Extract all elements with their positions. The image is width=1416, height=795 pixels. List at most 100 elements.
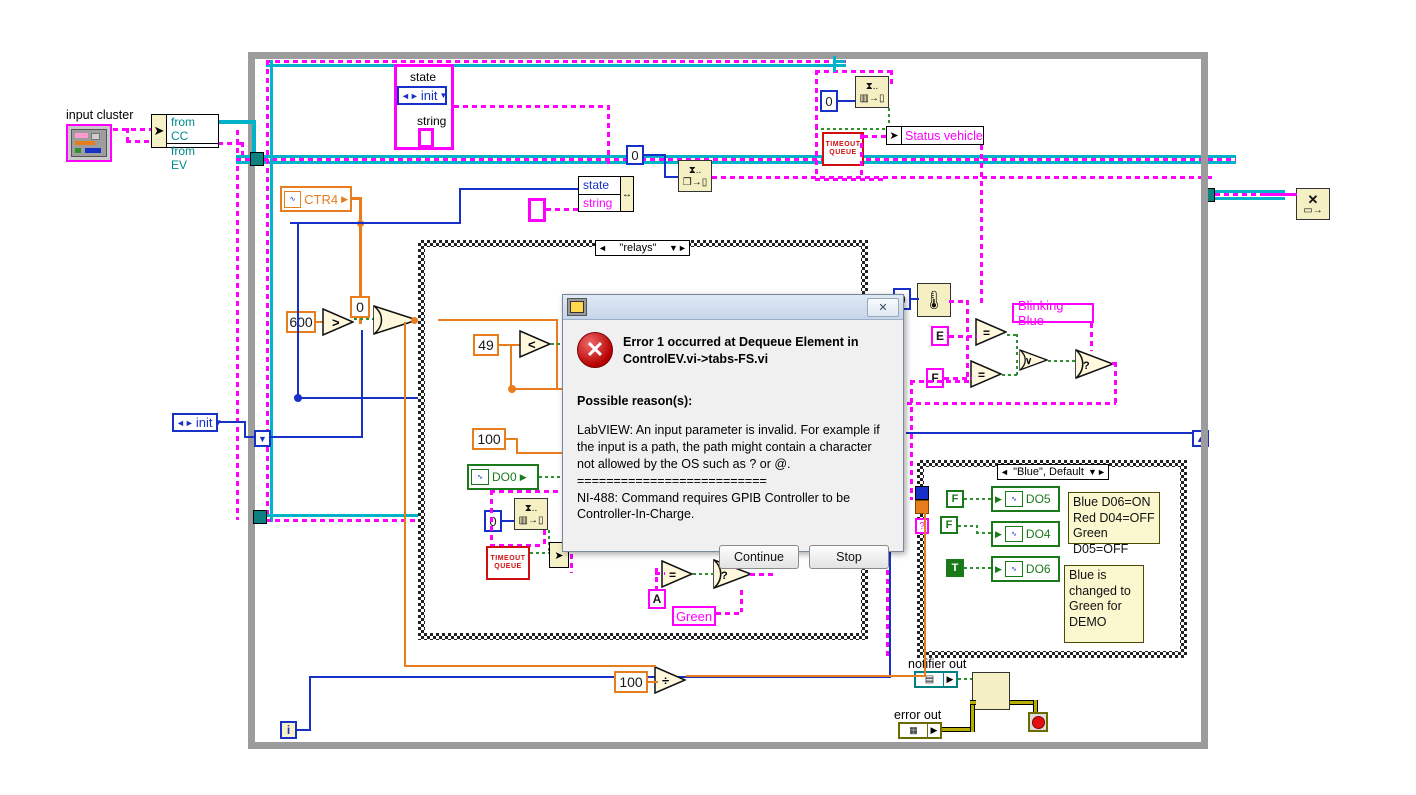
do0-daq-node[interactable]: ∿ DO0 ▶ <box>467 464 539 490</box>
wire-topright-cyan-h <box>833 60 845 63</box>
case-next-arrow-icon[interactable]: ► <box>678 243 687 253</box>
chevron-down-icon-3[interactable]: ▼ <box>669 243 678 253</box>
daq-waveform-icon-do5: ∿ <box>1004 491 1023 507</box>
label-green[interactable]: Green <box>672 606 716 626</box>
timeout-label-1: TIMEOUT <box>825 140 861 148</box>
input-cluster-label: input cluster <box>66 108 134 122</box>
junction-or-out <box>411 317 418 324</box>
enqueue-element-node-mid[interactable]: ⧗.. ❒→▯ <box>678 160 712 192</box>
divide-node[interactable]: ÷ <box>654 666 686 694</box>
daq-waveform-icon-do0: ∿ <box>471 469 489 485</box>
stop-button-node[interactable] <box>1028 712 1048 732</box>
const-100-a[interactable]: 100 <box>472 428 506 450</box>
dequeue-element-node-case[interactable]: ⧗.. ▥→▯ <box>514 498 548 530</box>
select-node-right[interactable]: ? <box>1074 348 1114 380</box>
do4-label: DO4 <box>1025 527 1051 541</box>
or-node-right[interactable]: ∨ <box>1018 348 1048 372</box>
input-cluster-terminal[interactable] <box>66 124 112 162</box>
stop-button[interactable]: Stop <box>809 545 889 570</box>
enqueue-arrow-icon: ❒→▯ <box>682 176 708 188</box>
dialog-titlebar[interactable]: ✕ <box>563 295 903 320</box>
bundle-row-from-cc: from CC <box>167 115 218 144</box>
label-blinking-blue[interactable]: Blinking Blue <box>1012 298 1094 328</box>
wire-state-cluster-down <box>607 105 610 165</box>
svg-text:∨: ∨ <box>1025 356 1032 367</box>
const-zero-mid[interactable]: 0 <box>626 145 644 165</box>
less-than-node-1[interactable]: < <box>519 330 551 358</box>
blue-case-prev-arrow-icon[interactable]: ◄ <box>1000 467 1009 477</box>
bool-const-f2[interactable]: F <box>940 516 958 534</box>
equals-node-e[interactable]: = <box>975 318 1007 346</box>
wire-f2-do4-h2 <box>976 532 992 534</box>
timeout-queue-node-top[interactable]: TIMEOUT QUEUE <box>822 132 864 166</box>
queue-glyph-icon-3: ⧗.. <box>524 502 538 514</box>
wire-cyan-main-bus <box>236 155 1236 158</box>
wire-green-h <box>716 612 742 615</box>
queue-glyph-icon: ⧗.. <box>688 164 702 176</box>
reasons-label: Possible reason(s): <box>577 394 693 408</box>
const-zero-topright[interactable]: 0 <box>820 90 838 112</box>
bool-const-e[interactable]: E <box>931 326 949 346</box>
const-600[interactable]: 600 <box>286 311 316 333</box>
wait-timer-node[interactable]: 🌡 <box>917 283 951 317</box>
string-constant[interactable] <box>418 128 434 148</box>
stop-indicator-icon <box>1031 715 1045 729</box>
release-queue-node[interactable]: ✕ ▭→ <box>1296 188 1330 220</box>
bool-const-a[interactable]: A <box>648 589 666 609</box>
do5-daq-node[interactable]: ▶ ∿ DO5 <box>991 486 1060 512</box>
release-queue-glyph-icon: ▭→ <box>1303 204 1323 216</box>
blue-case-next-arrow-icon[interactable]: ► <box>1097 467 1106 477</box>
wire-100b-to-div <box>648 681 658 683</box>
chevron-down-icon-4[interactable]: ▼ <box>1088 467 1097 477</box>
do5-label: DO5 <box>1025 492 1051 506</box>
bool-const-f-pink[interactable]: F <box>926 368 944 388</box>
dequeue-element-node-top[interactable]: ⧗.. ▥→▯ <box>855 76 889 108</box>
bool-const-t1[interactable]: T <box>946 559 964 577</box>
wire-init-down <box>244 421 246 437</box>
wire-top-rail-left-v <box>266 60 269 522</box>
topright-queue-wire-frame-top <box>815 70 893 73</box>
shift-register-left[interactable]: ▼ <box>254 430 271 447</box>
error-out-label: error out <box>894 708 942 722</box>
error-out-terminal[interactable]: ▦ ▶ <box>898 722 942 739</box>
equals-node-f[interactable]: = <box>970 360 1002 388</box>
ctr-waveform-icon: ∿ <box>284 190 302 208</box>
close-icon[interactable]: ✕ <box>867 297 899 317</box>
state-enum-constant[interactable]: ◄► init ▼ <box>397 86 447 105</box>
tunnel-blue-case-selector[interactable]: ? <box>915 518 929 534</box>
const-100-b[interactable]: 100 <box>614 671 648 693</box>
relays-case-selector[interactable]: ◄ "relays" ▼ ► <box>595 240 690 256</box>
wire-state-cluster-out <box>454 105 610 108</box>
dequeue-arrow-icon-2: ▥→▯ <box>518 514 544 526</box>
const-zero-or[interactable]: 0 <box>350 296 370 318</box>
bundle-by-name-node[interactable]: ➤ from CC from EV <box>151 114 219 172</box>
notifier-out-terminal[interactable]: ▤ ▶ <box>914 671 958 688</box>
error-dialog[interactable]: ✕ ✕ Error 1 occurred at Dequeue Element … <box>562 294 904 570</box>
chevron-down-icon[interactable]: ▼ <box>439 91 447 100</box>
wire-to-case-selector <box>298 397 418 399</box>
thermometer-icon: 🌡 <box>922 289 946 310</box>
bool-const-f1[interactable]: F <box>946 490 964 508</box>
case-prev-arrow-icon[interactable]: ◄ <box>598 243 607 253</box>
const-49[interactable]: 49 <box>473 334 499 356</box>
notifier-out-label: notifier out <box>908 657 967 671</box>
const-zero-case[interactable]: 0 <box>484 510 502 532</box>
continue-button[interactable]: Continue <box>719 545 799 570</box>
do6-daq-node[interactable]: ▶ ∿ DO6 <box>991 556 1060 582</box>
wire-t1-do6 <box>964 567 991 569</box>
enum-init-constant[interactable]: ◄► init ▼ <box>172 413 222 432</box>
enum-left-right-icon-2: ◄► <box>176 417 194 428</box>
wire-sr-up <box>361 330 363 438</box>
simple-error-handler-node[interactable]: ? ◍ <box>972 672 1010 710</box>
ctr4-daq-node[interactable]: ∿ CTR4 ▶ <box>280 186 352 212</box>
wire-pink-sel-f-v <box>910 380 913 500</box>
status-vehicle-indicator[interactable]: ➤ Status vehicle <box>886 126 984 145</box>
blue-case-selector[interactable]: ◄ "Blue", Default ▼ ► <box>997 464 1109 480</box>
wire-cyan-from-cc <box>218 120 256 124</box>
state-enum-value: init <box>420 88 438 103</box>
error-x-icon: ✕ <box>577 332 613 368</box>
string-constant-2[interactable] <box>528 198 546 222</box>
timeout-queue-node-case[interactable]: TIMEOUT QUEUE <box>486 546 530 580</box>
do4-daq-node[interactable]: ▶ ∿ DO4 <box>991 521 1060 547</box>
reasons-body: LabVIEW: An input parameter is invalid. … <box>577 423 880 522</box>
